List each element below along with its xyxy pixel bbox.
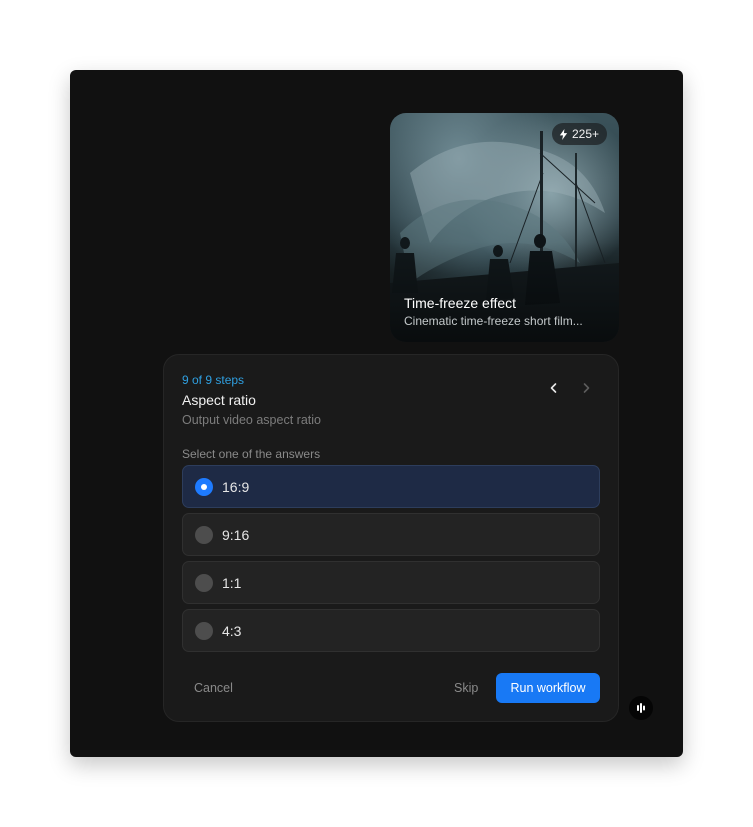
- lightning-icon: [559, 128, 568, 140]
- option-label: 16:9: [222, 478, 250, 495]
- step-title: Aspect ratio: [182, 392, 256, 408]
- assistant-button[interactable]: [629, 696, 653, 720]
- previous-step-button[interactable]: [543, 377, 565, 399]
- option-label: 1:1: [222, 574, 242, 591]
- run-workflow-button[interactable]: Run workflow: [496, 673, 600, 703]
- chevron-right-icon: [583, 383, 590, 393]
- option-4-3[interactable]: 4:3: [182, 609, 600, 652]
- option-16-9[interactable]: 16:9: [182, 465, 600, 508]
- app-window: 225+ Time-freeze effect Cinematic time-f…: [70, 70, 683, 757]
- usage-count: 225+: [571, 127, 599, 141]
- option-label: 9:16: [222, 526, 250, 543]
- option-label: 4:3: [222, 622, 242, 639]
- option-1-1[interactable]: 1:1: [182, 561, 600, 604]
- step-description: Output video aspect ratio: [182, 413, 321, 427]
- option-9-16[interactable]: 9:16: [182, 513, 600, 556]
- radio-button[interactable]: [195, 525, 213, 544]
- radio-button[interactable]: [195, 477, 213, 496]
- radio-button[interactable]: [195, 621, 213, 640]
- card-title: Time-freeze effect: [404, 295, 517, 311]
- next-step-button[interactable]: [575, 377, 597, 399]
- usage-badge: 225+: [551, 123, 607, 145]
- skip-button[interactable]: Skip: [454, 681, 478, 695]
- card-subtitle: Cinematic time-freeze short film...: [404, 314, 583, 328]
- workflow-preview-card[interactable]: 225+ Time-freeze effect Cinematic time-f…: [390, 113, 619, 342]
- radio-button[interactable]: [195, 573, 213, 592]
- step-progress: 9 of 9 steps: [182, 373, 245, 387]
- answer-options: 16:9 9:16 1:1 4:3: [182, 465, 600, 652]
- chevron-left-icon: [550, 383, 557, 393]
- cancel-button[interactable]: Cancel: [194, 681, 233, 695]
- audio-bars-icon: [637, 703, 645, 713]
- select-instruction: Select one of the answers: [182, 447, 321, 461]
- workflow-step-panel: 9 of 9 steps Aspect ratio Output video a…: [163, 354, 619, 722]
